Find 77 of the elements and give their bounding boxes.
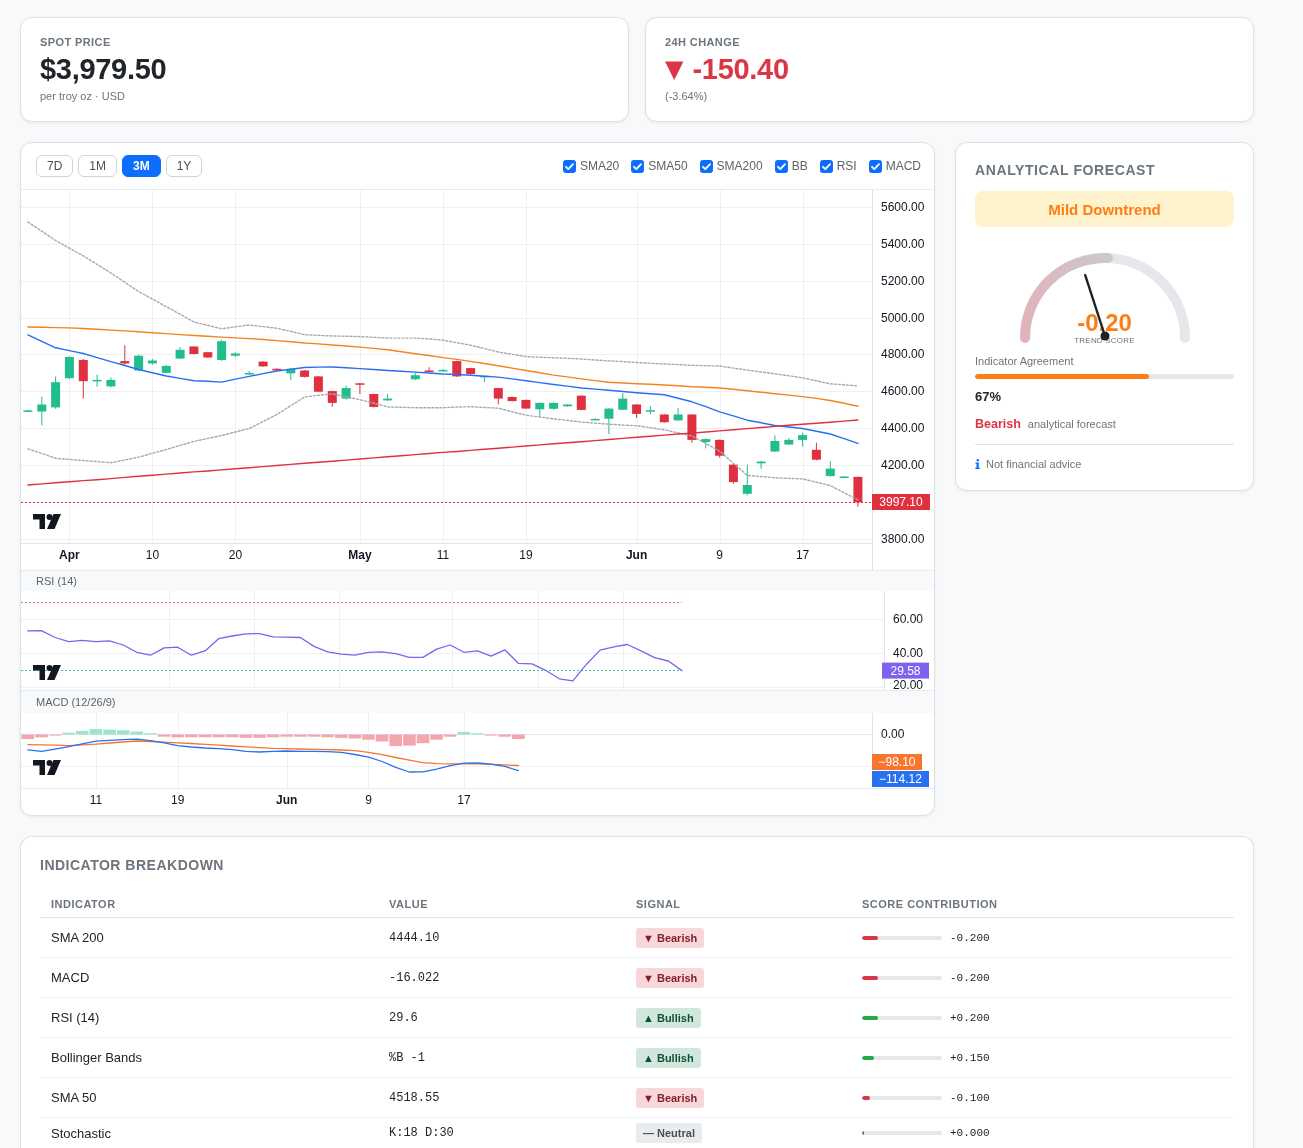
score-value: -0.100 — [950, 1091, 990, 1104]
table-cell: %B -1 — [378, 1038, 625, 1078]
signal-badge: ▲ Bullish — [636, 1007, 701, 1028]
time-axis-label: May — [348, 548, 372, 562]
time-axis-label: 10 — [145, 548, 160, 562]
rsi-axis-label: 20.00 — [893, 678, 924, 690]
stat-value: $3,979.50 — [40, 52, 167, 86]
score-value: +0.000 — [950, 1127, 990, 1139]
last-price-label: 3997.10 — [872, 494, 930, 510]
time-axis-label: 19 — [171, 793, 185, 807]
price-axis-label: 5200.00 — [881, 273, 925, 288]
table-cell: RSI (14) — [40, 998, 378, 1038]
time-axis-label: Jun — [276, 793, 298, 807]
time-axis-label: 11 — [89, 793, 103, 807]
macd-value-label: −114.12 — [872, 771, 929, 787]
card-title: INDICATOR BREAKDOWN — [40, 857, 225, 873]
table-cell-text: K:18 D:30 — [388, 1125, 455, 1142]
agreement-value: 67% — [975, 389, 1003, 405]
disclaimer-text: Not financial advice — [986, 457, 1082, 471]
signal-badge: ▲ Bullish — [636, 1047, 701, 1068]
down-triangle-icon: ▼ — [665, 56, 684, 82]
price-axis-label: 5400.00 — [881, 237, 925, 251]
forecast-bias: Bearish — [975, 417, 1021, 431]
time-axis-label: Jun — [625, 548, 648, 562]
price-axis-label: 3800.00 — [881, 531, 925, 546]
price-axis-label: 5600.00 — [881, 200, 925, 215]
time-axis-label: 9 — [365, 793, 372, 807]
trend-badge: Mild Downtrend — [975, 191, 1234, 227]
time-axis-label: 9 — [716, 548, 723, 562]
rsi-axis-label: 60.00 — [893, 612, 924, 626]
table-cell: 4518.55 — [378, 1078, 625, 1118]
agreement-label: Indicator Agreement — [975, 354, 1075, 368]
column-header: SIGNAL — [625, 891, 851, 918]
signal-badge: ▼ Bearish — [636, 927, 705, 948]
signal-badge: ▼ Bearish — [636, 1087, 705, 1108]
price-axis-label: 4600.00 — [881, 384, 925, 399]
time-axis-label: 11 — [436, 548, 450, 562]
score-value: +0.200 — [950, 1011, 990, 1024]
time-axis-label: 17 — [457, 793, 471, 807]
price-axis-label: 5000.00 — [881, 310, 925, 325]
stat-caption: per troy oz · USD — [40, 89, 126, 103]
rsi-value-label: 29.58 — [882, 662, 929, 679]
stat-label: 24H CHANGE — [665, 35, 741, 49]
time-axis-label: 20 — [228, 548, 243, 562]
forecast-note: analytical forecast — [1027, 417, 1116, 431]
table-cell: SMA 50 — [40, 1078, 378, 1118]
rsi-axis-label: 40.00 — [893, 646, 924, 660]
column-header: VALUE — [378, 891, 625, 918]
ref-line-label: 3997.10 — [879, 495, 924, 509]
table-cell: -16.022 — [378, 958, 625, 998]
score-value: -0.200 — [950, 931, 990, 944]
time-axis-label: Apr — [59, 548, 80, 562]
table-cell: 4444.10 — [378, 918, 625, 958]
signal-badge: — Neutral — [636, 1123, 702, 1143]
price-axis-label: 4400.00 — [881, 421, 925, 436]
table-cell: 29.6 — [378, 998, 625, 1038]
table-cell: Bollinger Bands — [40, 1038, 378, 1078]
column-header: SCORE CONTRIBUTION — [851, 891, 1234, 918]
table-cell: SMA 200 — [40, 918, 378, 958]
stat-caption: (-3.64%) — [665, 89, 709, 103]
card-title: ANALYTICAL FORECAST — [975, 162, 1157, 178]
stat-value: -150.40 — [692, 52, 789, 86]
pane-title: RSI (14) — [21, 571, 934, 591]
price-axis-label: 4200.00 — [881, 457, 925, 472]
score-value: -0.200 — [950, 971, 990, 984]
table-cell-text: Stochastic — [50, 1124, 112, 1143]
time-axis-label: 17 — [795, 548, 810, 562]
pane-title: MACD (12/26/9) — [21, 691, 934, 713]
time-axis-label: 19 — [519, 548, 533, 562]
signal-badge: ▼ Bearish — [636, 967, 705, 988]
stat-label: SPOT PRICE — [40, 35, 112, 49]
score-value: +0.150 — [950, 1051, 990, 1064]
column-header: INDICATOR — [40, 891, 378, 918]
table-cell: MACD — [40, 958, 378, 998]
macd-axis-label: 0.00 — [881, 727, 905, 741]
signal-value-label: −98.10 — [872, 754, 922, 770]
price-axis-label: 4800.00 — [881, 347, 925, 362]
